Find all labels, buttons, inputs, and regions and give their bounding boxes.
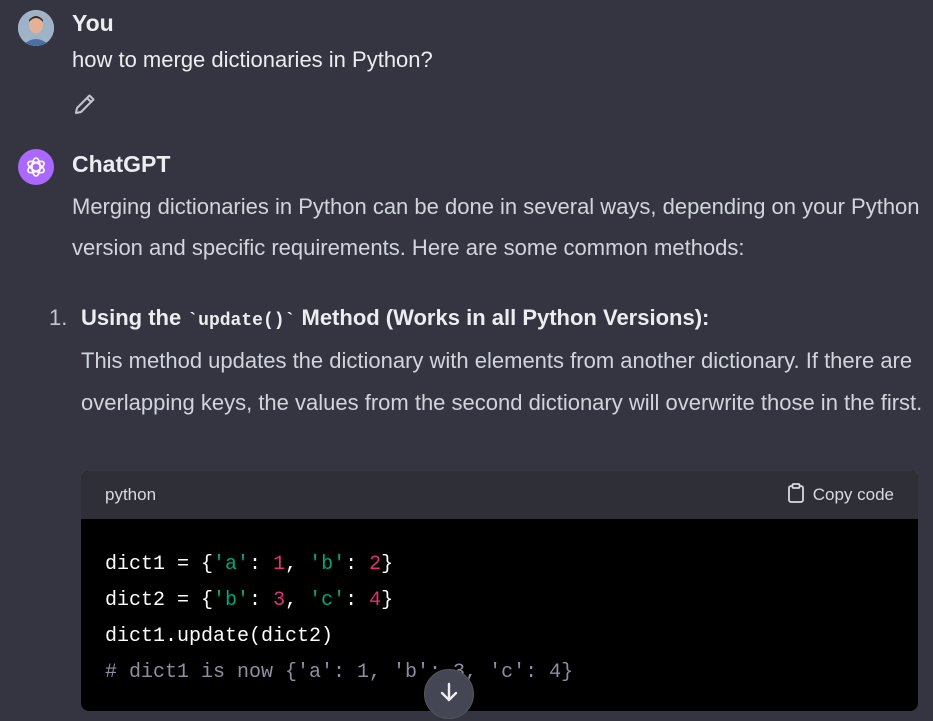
code-line: dict2 = {'b': 3, 'c': 4} — [105, 583, 894, 619]
list-description: This method updates the dictionary with … — [81, 348, 923, 415]
code-token: 'a' — [213, 553, 250, 576]
assistant-name: ChatGPT — [72, 151, 171, 177]
code-token: dict1.update(dict2) — [105, 625, 334, 648]
code-language: python — [105, 485, 157, 504]
code-token: } — [381, 553, 394, 576]
clipboard-icon — [787, 482, 805, 508]
code-token: 2 — [369, 553, 382, 576]
code-header: python Copy code — [81, 471, 918, 519]
code-token: dict1 = { — [105, 553, 214, 576]
user-name: You — [72, 10, 114, 36]
code-line: dict1.update(dict2) — [105, 619, 894, 655]
code-line: # dict1 is now {'a': 1, 'b': 3, 'c': 4} — [105, 655, 894, 691]
code-token: 1 — [273, 553, 286, 576]
list-heading: Using the `update()` Method (Works in al… — [81, 305, 709, 331]
pencil-icon[interactable] — [73, 92, 97, 116]
code-token: 'c' — [309, 589, 346, 612]
code-token: : — [345, 553, 370, 576]
list-heading-post: Method (Works in all Python Versions): — [295, 305, 710, 330]
list-heading-code: `update()` — [187, 311, 296, 331]
code-token: 'b' — [309, 553, 346, 576]
user-avatar — [18, 10, 54, 46]
scroll-down-button[interactable] — [424, 669, 474, 719]
code-content: dict1 = {'a': 1, 'b': 2} dict2 = {'b': 3,… — [81, 519, 918, 691]
user-message: how to merge dictionaries in Python? — [72, 47, 433, 72]
code-token: 3 — [273, 589, 286, 612]
code-token: , — [285, 553, 310, 576]
code-line: dict1 = {'a': 1, 'b': 2} — [105, 547, 894, 583]
code-block: python Copy code dict1 = {'a': 1, 'b': 2… — [81, 471, 918, 711]
copy-code-label: Copy code — [812, 485, 894, 504]
code-token: : — [249, 589, 274, 612]
code-token: 4 — [369, 589, 382, 612]
code-token: : — [249, 553, 274, 576]
code-token: dict2 = { — [105, 589, 214, 612]
code-token: , — [285, 589, 310, 612]
arrow-down-icon — [438, 681, 460, 708]
assistant-intro: Merging dictionaries in Python can be do… — [72, 194, 920, 260]
list-number: 1. — [49, 305, 68, 330]
list-heading-pre: Using the — [81, 305, 188, 330]
code-token: 'b' — [213, 589, 250, 612]
code-token: } — [381, 589, 394, 612]
code-token: # dict1 is now {'a': 1, 'b': 3, 'c': 4} — [105, 661, 574, 684]
code-token: : — [345, 589, 370, 612]
copy-code-button[interactable]: Copy code — [787, 482, 894, 508]
openai-logo-icon — [18, 149, 54, 185]
